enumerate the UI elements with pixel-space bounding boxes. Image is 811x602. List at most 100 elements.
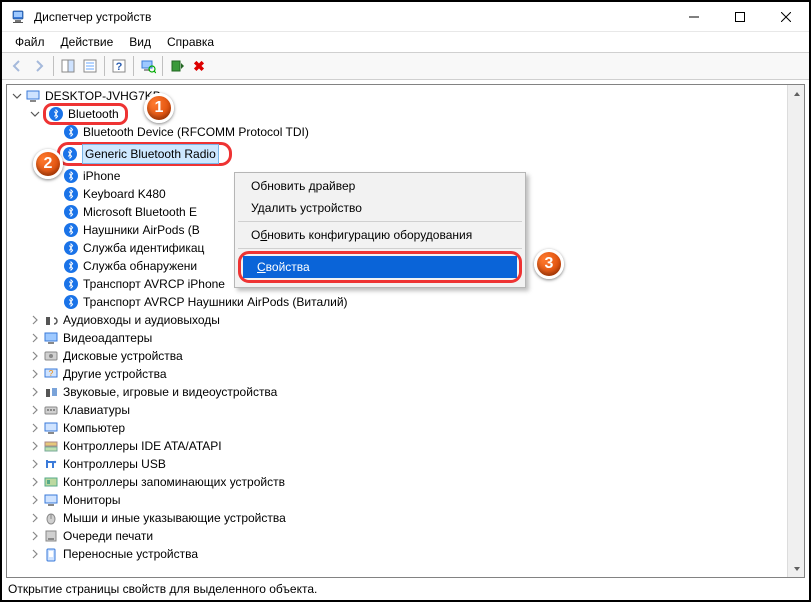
toolbar-back-button[interactable]: [6, 55, 28, 77]
app-icon: [10, 9, 26, 25]
category-label: Звуковые, игровые и видеоустройства: [63, 383, 277, 401]
menu-bar: Файл Действие Вид Справка: [2, 32, 809, 52]
separator: [238, 221, 522, 222]
device-category-icon: [43, 330, 59, 346]
device-category-icon: [43, 528, 59, 544]
toolbar-update-driver-button[interactable]: [166, 55, 188, 77]
expand-icon[interactable]: [29, 332, 41, 344]
vertical-scrollbar[interactable]: [787, 85, 804, 577]
annotation-badge-1: 1: [144, 93, 174, 123]
expand-icon[interactable]: [29, 548, 41, 560]
category-label: Контроллеры USB: [63, 455, 166, 473]
category-label: Мониторы: [63, 491, 120, 509]
menu-file[interactable]: Файл: [8, 34, 52, 52]
device-category-icon: [43, 384, 59, 400]
window-title: Диспетчер устройств: [34, 10, 671, 24]
svg-text:?: ?: [116, 61, 123, 73]
device-category-icon: [43, 402, 59, 418]
tree-category[interactable]: Мониторы: [7, 491, 804, 509]
expand-icon[interactable]: [29, 404, 41, 416]
tree-item[interactable]: Транспорт AVRCP Наушники AirPods (Витали…: [7, 293, 804, 311]
tree-category[interactable]: Контроллеры USB: [7, 455, 804, 473]
category-label: Другие устройства: [63, 365, 167, 383]
expand-icon[interactable]: [29, 368, 41, 380]
tree-category[interactable]: Видеоадаптеры: [7, 329, 804, 347]
tree-category[interactable]: Контроллеры IDE ATA/ATAPI: [7, 437, 804, 455]
toolbar-help-button[interactable]: ?: [108, 55, 130, 77]
tree-item-selected[interactable]: Generic Bluetooth Radio: [7, 141, 804, 167]
toolbar-uninstall-button[interactable]: ✖: [188, 55, 210, 77]
toolbar-forward-button[interactable]: [28, 55, 50, 77]
tree-category-bluetooth[interactable]: Bluetooth: [7, 105, 804, 123]
red-x-icon: ✖: [193, 59, 205, 73]
ctx-update-driver[interactable]: Обновить драйвер: [237, 175, 523, 197]
device-category-icon: [43, 312, 59, 328]
expand-icon[interactable]: [29, 350, 41, 362]
category-label: Очереди печати: [63, 527, 153, 545]
annotation-badge-3: 3: [534, 249, 564, 279]
ctx-remove-device[interactable]: Удалить устройство: [237, 197, 523, 219]
device-category-icon: [43, 348, 59, 364]
menu-view[interactable]: Вид: [122, 34, 158, 52]
close-button[interactable]: [763, 2, 809, 32]
tree-category[interactable]: Клавиатуры: [7, 401, 804, 419]
tree-category[interactable]: Звуковые, игровые и видеоустройства: [7, 383, 804, 401]
toolbar-scan-button[interactable]: [137, 55, 159, 77]
device-category-icon: [43, 420, 59, 436]
annotation-badge-2: 2: [33, 149, 63, 179]
expand-icon[interactable]: [29, 458, 41, 470]
expand-icon[interactable]: [29, 386, 41, 398]
tree-category[interactable]: Контроллеры запоминающих устройств: [7, 473, 804, 491]
minimize-button[interactable]: [671, 2, 717, 32]
svg-text:?: ?: [49, 369, 54, 378]
expand-icon[interactable]: [29, 440, 41, 452]
expand-icon[interactable]: [11, 90, 23, 102]
menu-action[interactable]: Действие: [54, 34, 121, 52]
toolbar-show-hide-button[interactable]: [57, 55, 79, 77]
category-label: Видеоадаптеры: [63, 329, 152, 347]
tree-category[interactable]: Компьютер: [7, 419, 804, 437]
tree-category[interactable]: Дисковые устройства: [7, 347, 804, 365]
expand-icon[interactable]: [29, 108, 41, 120]
expand-icon[interactable]: [29, 422, 41, 434]
category-label: Аудиовходы и аудиовыходы: [63, 311, 220, 329]
bluetooth-icon: [63, 258, 79, 274]
tree-category[interactable]: Мыши и иные указывающие устройства: [7, 509, 804, 527]
tree-item[interactable]: Bluetooth Device (RFCOMM Protocol TDI): [7, 123, 804, 141]
bluetooth-icon: [48, 106, 64, 122]
ctx-properties[interactable]: Свойства: [243, 256, 517, 278]
category-label: Дисковые устройства: [63, 347, 183, 365]
toolbar-properties-button[interactable]: [79, 55, 101, 77]
tree-root[interactable]: DESKTOP-JVHG7KB: [7, 87, 804, 105]
expand-icon[interactable]: [29, 494, 41, 506]
computer-icon: [25, 88, 41, 104]
bluetooth-icon: [62, 146, 78, 162]
category-label: Компьютер: [63, 419, 125, 437]
tree-category[interactable]: Переносные устройства: [7, 545, 804, 563]
bluetooth-icon: [63, 222, 79, 238]
maximize-button[interactable]: [717, 2, 763, 32]
category-label: Контроллеры IDE ATA/ATAPI: [63, 437, 222, 455]
bluetooth-icon: [63, 276, 79, 292]
ctx-properties-highlight: Свойства: [238, 251, 522, 283]
tree-category[interactable]: ? Другие устройства: [7, 365, 804, 383]
menu-help[interactable]: Справка: [160, 34, 221, 52]
expand-icon[interactable]: [29, 314, 41, 326]
category-label: Контроллеры запоминающих устройств: [63, 473, 285, 491]
expand-icon[interactable]: [29, 512, 41, 524]
tree-category[interactable]: Очереди печати: [7, 527, 804, 545]
ctx-rescan-hardware[interactable]: Обновить конфигурацию оборудования: [237, 224, 523, 246]
scroll-up-button[interactable]: [788, 85, 805, 102]
scroll-down-button[interactable]: [788, 560, 805, 577]
bluetooth-icon: [63, 124, 79, 140]
device-tree[interactable]: DESKTOP-JVHG7KB Bluetooth Bluetooth Devi…: [6, 84, 805, 578]
separator: [238, 248, 522, 249]
expand-icon[interactable]: [29, 530, 41, 542]
tree-category[interactable]: Аудиовходы и аудиовыходы: [7, 311, 804, 329]
expand-icon[interactable]: [29, 476, 41, 488]
device-category-icon: [43, 456, 59, 472]
status-bar: Открытие страницы свойств для выделенног…: [6, 580, 805, 598]
device-category-icon: [43, 474, 59, 490]
bluetooth-icon: [63, 168, 79, 184]
bluetooth-icon: [63, 186, 79, 202]
